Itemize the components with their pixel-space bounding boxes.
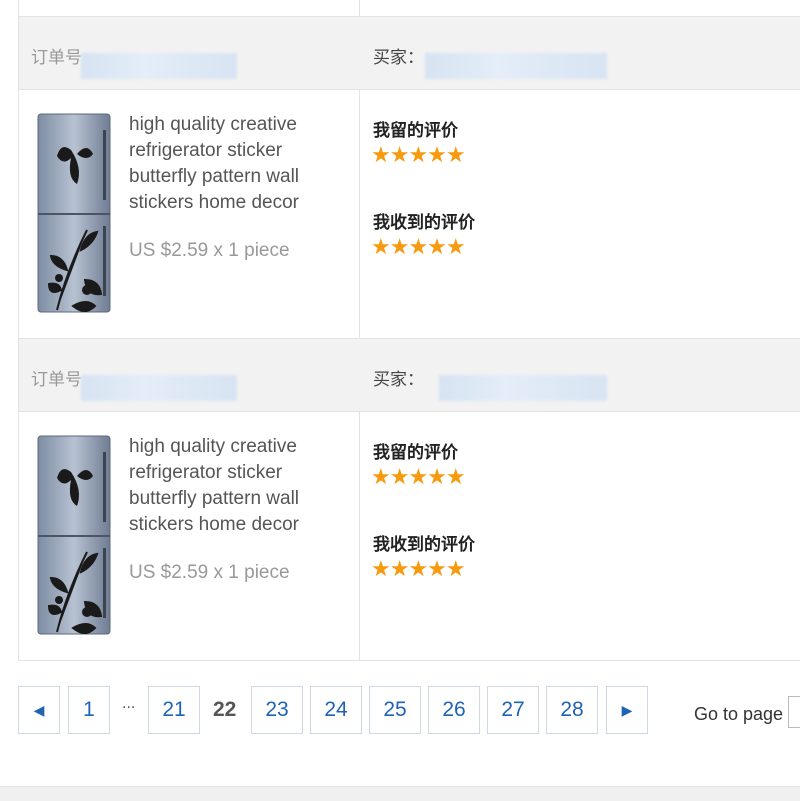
page-26-button[interactable]: 26 [428, 686, 480, 734]
product-price: US $2.59 x 1 piece [129, 562, 290, 583]
next-page-button[interactable]: ▶ [606, 686, 648, 734]
page-24-button[interactable]: 24 [310, 686, 362, 734]
chevron-left-icon: ◀ [33, 701, 45, 718]
given-review-stars: ★★★★★ [371, 465, 466, 490]
page-1-button[interactable]: 1 [68, 686, 110, 734]
given-review-stars: ★★★★★ [371, 143, 466, 168]
order-number-label: 订单号 [31, 48, 82, 68]
goto-page-input[interactable] [788, 696, 800, 728]
product-title-link[interactable]: high quality creative refrigerator stick… [129, 434, 349, 538]
page-27-button[interactable]: 27 [487, 686, 539, 734]
order-number-redacted [81, 375, 237, 401]
product-price: US $2.59 x 1 piece [129, 240, 290, 261]
received-review-label: 我收到的评价 [373, 535, 475, 555]
received-review-stars: ★★★★★ [371, 557, 466, 582]
buyer-label: 买家： [373, 370, 424, 390]
pagination-ellipsis: ... [122, 696, 136, 712]
received-review-stars: ★★★★★ [371, 235, 466, 260]
page-25-button[interactable]: 25 [369, 686, 421, 734]
given-review-label: 我留的评价 [373, 443, 458, 463]
order-number-redacted [81, 53, 237, 79]
prev-page-button[interactable]: ◀ [18, 686, 60, 734]
order-number-label: 订单号 [31, 370, 82, 390]
buyer-name-redacted [425, 53, 607, 79]
order-header: 订单号 买家： [19, 339, 800, 412]
order-header: 订单号 买家： [19, 17, 800, 90]
page-23-button[interactable]: 23 [251, 686, 303, 734]
given-review-label: 我留的评价 [373, 121, 458, 141]
order-item: high quality creative refrigerator stick… [19, 412, 800, 661]
product-image[interactable] [37, 432, 111, 638]
previous-order-tail [19, 0, 800, 17]
footer-strip [0, 786, 800, 801]
page-28-button[interactable]: 28 [546, 686, 598, 734]
buyer-label: 买家： [373, 48, 424, 68]
received-review-label: 我收到的评价 [373, 213, 475, 233]
page-21-button[interactable]: 21 [148, 686, 200, 734]
pagination: ◀ 1 ... 21 22 23 24 25 26 27 28 ▶ Go to … [18, 686, 800, 736]
buyer-name-redacted [439, 375, 607, 401]
product-image[interactable] [37, 110, 111, 316]
order-list: 订单号 买家： high quality creative refrigerat… [18, 0, 800, 661]
chevron-right-icon: ▶ [621, 701, 633, 718]
product-title-link[interactable]: high quality creative refrigerator stick… [129, 112, 349, 216]
goto-page-label: Go to page [694, 704, 784, 724]
current-page: 22 [213, 698, 237, 721]
order-item: high quality creative refrigerator stick… [19, 90, 800, 339]
